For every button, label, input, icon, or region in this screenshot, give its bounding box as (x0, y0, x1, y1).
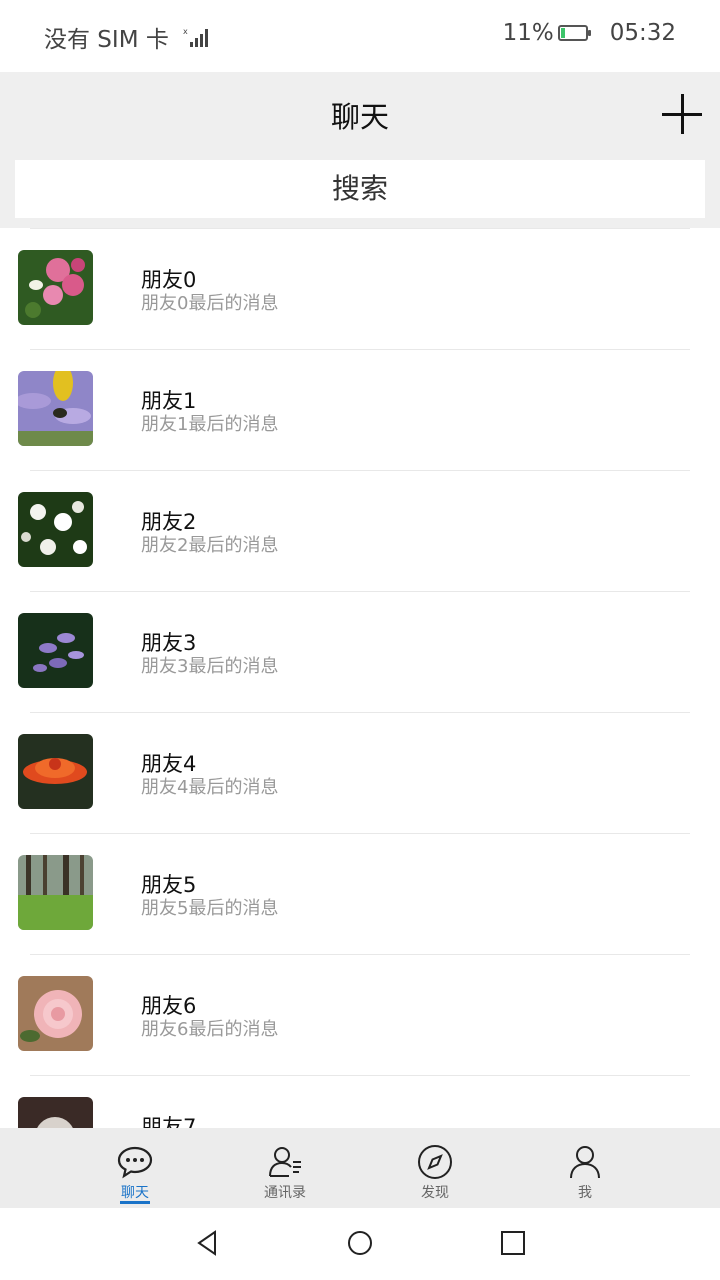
status-right: 11% 05:32 (503, 20, 676, 46)
divider (30, 833, 690, 834)
tab-discover[interactable]: 发现 (385, 1128, 485, 1208)
divider (30, 349, 690, 350)
compass-icon (418, 1145, 452, 1179)
divider (30, 712, 690, 713)
tab-bar: 聊天 通讯录 发现 我 (0, 1128, 720, 1208)
avatar (18, 976, 93, 1051)
chat-item[interactable]: 朋友2 朋友2最后的消息 (0, 470, 720, 591)
page-title: 聊天 (330, 100, 389, 134)
divider (30, 1075, 690, 1076)
chat-item[interactable]: 朋友0 朋友0最后的消息 (0, 228, 720, 349)
avatar (18, 855, 93, 930)
tab-me[interactable]: 我 (535, 1128, 635, 1208)
chat-bubble-icon (117, 1146, 153, 1179)
carrier-text: 没有 SIM 卡 (44, 27, 169, 53)
svg-text:x: x (183, 27, 188, 36)
tab-label: 聊天 (121, 1185, 149, 1201)
last-message: 朋友6最后的消息 (141, 1019, 279, 1040)
friend-name: 朋友7 (141, 1115, 197, 1128)
chat-item[interactable]: 朋友7 (0, 1075, 720, 1128)
system-nav-bar (0, 1208, 720, 1280)
avatar (18, 371, 93, 446)
person-icon (570, 1146, 600, 1179)
top-bar: 聊天 搜索 (0, 72, 720, 228)
tab-label: 通讯录 (264, 1185, 306, 1201)
add-button[interactable] (662, 94, 702, 134)
last-message: 朋友4最后的消息 (141, 777, 279, 798)
chat-list[interactable]: 朋友0 朋友0最后的消息 朋友1 朋友1最后的消息 朋友2 朋友2最后的消息 朋… (0, 228, 720, 1128)
chat-item[interactable]: 朋友1 朋友1最后的消息 (0, 349, 720, 470)
avatar (18, 734, 93, 809)
search-label: 搜索 (331, 172, 388, 205)
divider (30, 470, 690, 471)
tab-contacts[interactable]: 通讯录 (235, 1128, 335, 1208)
status-left: 没有 SIM 卡 x (44, 20, 211, 54)
tab-label: 我 (578, 1185, 592, 1201)
active-tab-indicator (120, 1201, 150, 1204)
divider (30, 228, 690, 229)
chat-item[interactable]: 朋友5 朋友5最后的消息 (0, 833, 720, 954)
avatar (18, 492, 93, 567)
battery-icon (557, 25, 591, 41)
chat-item[interactable]: 朋友3 朋友3最后的消息 (0, 591, 720, 712)
recents-square-icon[interactable] (498, 1228, 528, 1258)
chat-item[interactable]: 朋友6 朋友6最后的消息 (0, 954, 720, 1075)
signal-icon: x (183, 27, 208, 47)
home-circle-icon[interactable] (345, 1228, 375, 1258)
status-bar: 没有 SIM 卡 x 11% 05:32 (0, 0, 720, 72)
battery-percent: 11% (502, 20, 554, 46)
last-message: 朋友3最后的消息 (141, 656, 279, 677)
tab-label: 发现 (421, 1185, 449, 1201)
search-input[interactable]: 搜索 (15, 160, 705, 218)
avatar (18, 613, 93, 688)
avatar (18, 1097, 93, 1128)
divider (30, 591, 690, 592)
avatar (18, 250, 93, 325)
last-message: 朋友2最后的消息 (141, 535, 279, 556)
chat-item[interactable]: 朋友4 朋友4最后的消息 (0, 712, 720, 833)
last-message: 朋友0最后的消息 (141, 293, 279, 314)
contacts-icon (269, 1147, 301, 1177)
tab-chat[interactable]: 聊天 (85, 1128, 185, 1208)
last-message: 朋友5最后的消息 (141, 898, 279, 919)
clock-time: 05:32 (609, 20, 676, 46)
divider (30, 954, 690, 955)
back-triangle-icon[interactable] (193, 1228, 223, 1258)
last-message: 朋友1最后的消息 (141, 414, 279, 435)
